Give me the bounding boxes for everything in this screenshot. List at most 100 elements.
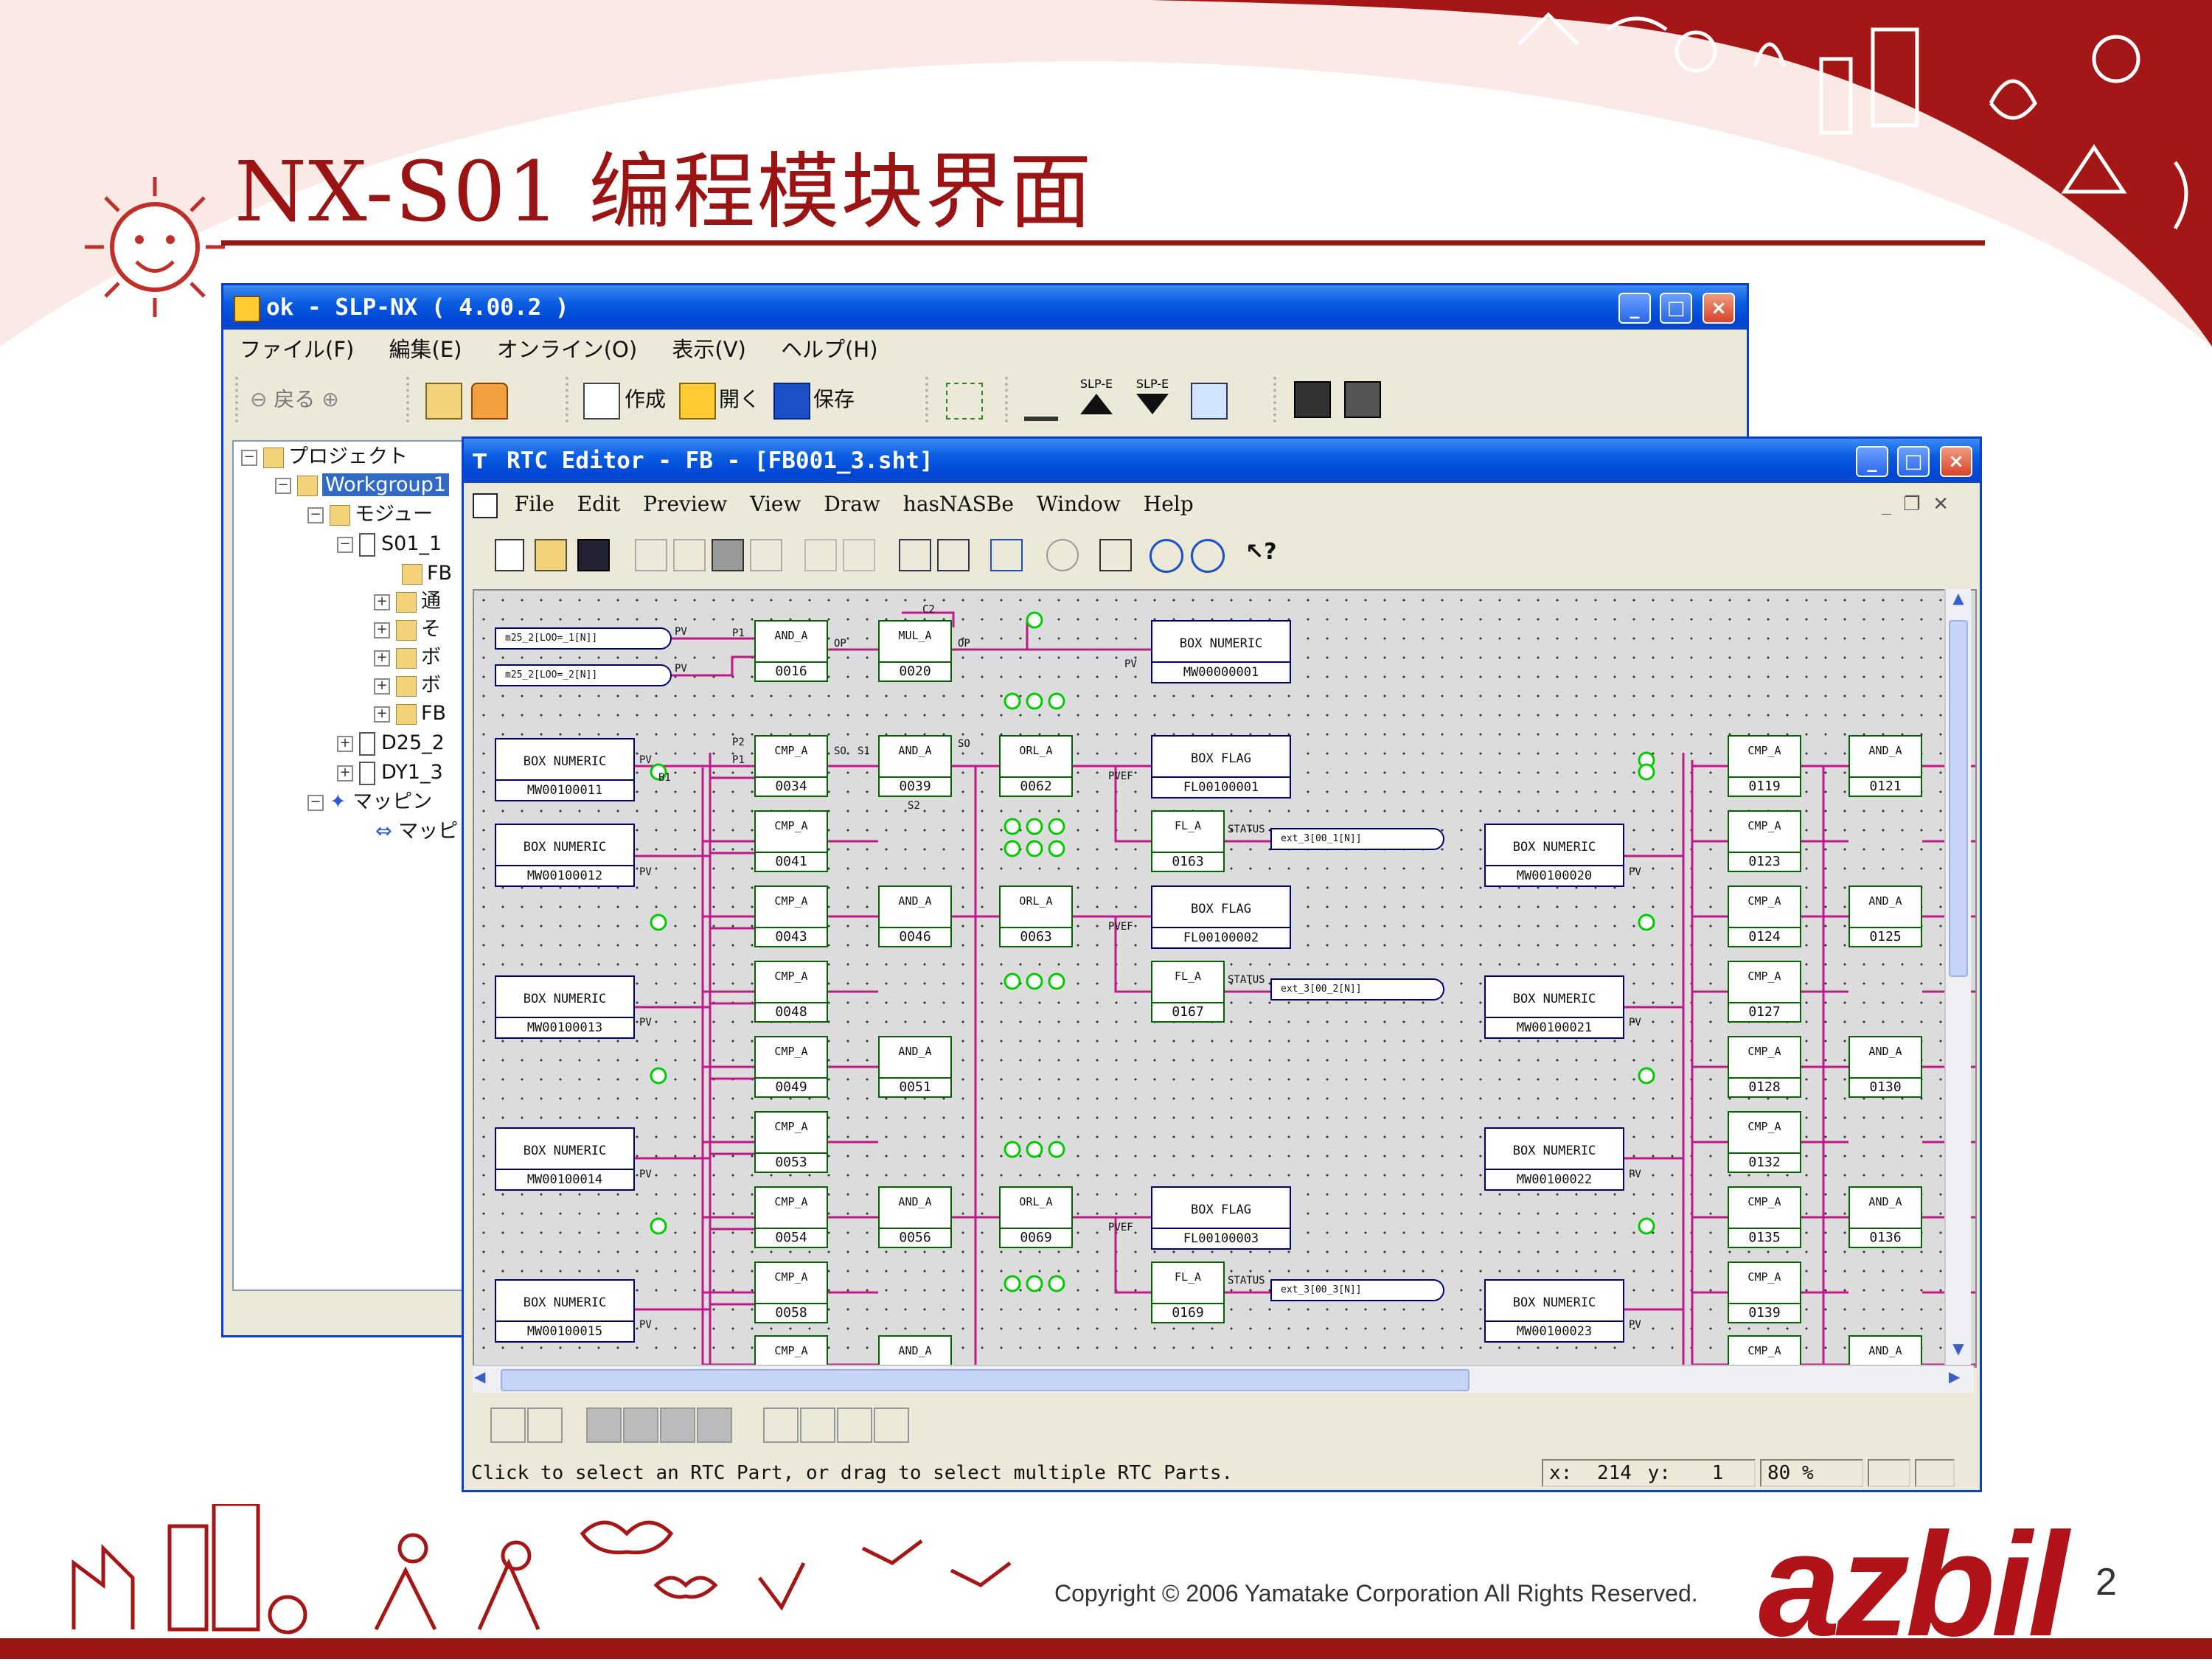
slp-title-bar[interactable]: ok - SLP-NX ( 4.00.2 ) — [223, 285, 1747, 330]
orl-block[interactable]: ORL_A 0069 — [999, 1186, 1073, 1248]
connector-node[interactable] — [1026, 818, 1043, 835]
menu-draw[interactable]: Draw — [824, 492, 880, 516]
box-numeric[interactable]: BOX NUMERIC MW00100011 — [495, 738, 635, 801]
menu-view[interactable]: 表示(V) — [672, 337, 745, 362]
tree-item-selected[interactable]: − Workgroup1 — [275, 471, 449, 499]
connector-node[interactable] — [1048, 972, 1065, 990]
menu-preview[interactable]: Preview — [643, 492, 727, 516]
menu-file[interactable]: File — [515, 492, 554, 516]
connector-node[interactable] — [1026, 1275, 1043, 1292]
print-icon[interactable] — [1099, 539, 1132, 571]
menu-window[interactable]: Window — [1037, 492, 1121, 516]
undo-icon[interactable] — [804, 539, 837, 571]
connector-node[interactable] — [650, 913, 667, 931]
and-block[interactable]: AND_A — [878, 1335, 952, 1366]
box-numeric[interactable]: BOX NUMERIC MW00100014 — [495, 1127, 635, 1191]
connector-node[interactable] — [1026, 611, 1043, 629]
flip-icon-4[interactable] — [874, 1407, 909, 1443]
maximize-button[interactable]: □ — [1897, 446, 1930, 477]
cmp-block[interactable]: CMP_A 0054 — [754, 1186, 828, 1248]
and-block[interactable]: AND_A 0130 — [1848, 1036, 1922, 1098]
tree-item[interactable]: + D25_2 — [337, 729, 445, 757]
zoom-out-icon[interactable] — [1191, 539, 1225, 573]
wizard-icon[interactable] — [946, 383, 983, 420]
input-tag[interactable]: m25_2[LOO=_1[N]] — [495, 627, 672, 650]
cmp-block[interactable]: CMP_A 0123 — [1728, 810, 1801, 872]
connector-node[interactable] — [650, 1067, 667, 1085]
network-icon[interactable] — [1024, 383, 1058, 421]
and-block[interactable]: AND_A 0125 — [1848, 885, 1922, 947]
open-icon[interactable] — [535, 539, 567, 571]
tree-item[interactable]: + FB — [374, 700, 446, 728]
connector-node[interactable] — [650, 1217, 667, 1235]
zoom-in-icon[interactable] — [1150, 539, 1183, 573]
box-numeric[interactable]: BOX NUMERIC MW00100020 — [1484, 824, 1624, 887]
copy-icon[interactable] — [673, 539, 706, 571]
cmp-block[interactable]: CMP_A 0132 — [1728, 1111, 1801, 1173]
delete-icon[interactable] — [750, 539, 782, 571]
cmp-block[interactable]: CMP_A — [754, 1335, 828, 1366]
and-block[interactable]: AND_A 0016 — [754, 620, 828, 682]
minimize-button[interactable]: _ — [1856, 446, 1888, 477]
connector-node[interactable] — [1004, 692, 1021, 710]
tool-icon-1[interactable] — [1294, 381, 1331, 418]
mdi-controls[interactable]: _ ❐ ✕ — [1882, 483, 1949, 526]
cmp-block[interactable]: CMP_A 0058 — [754, 1261, 828, 1323]
output-tag[interactable]: ext_3[00_3[N]] — [1270, 1279, 1444, 1301]
cmp-block[interactable]: CMP_A 0053 — [754, 1111, 828, 1173]
box-numeric[interactable]: BOX NUMERIC MW00100021 — [1484, 975, 1624, 1039]
cmp-block[interactable]: CMP_A 0041 — [754, 810, 828, 872]
box-flag[interactable]: BOX FLAG FL00100001 — [1151, 735, 1291, 798]
pencil-icon[interactable] — [937, 539, 970, 571]
tree-item[interactable]: − プロジェクト — [241, 443, 408, 471]
tool-icon-2[interactable] — [1344, 381, 1381, 418]
cmp-block[interactable]: CMP_A 0139 — [1728, 1261, 1801, 1323]
tree-item[interactable]: − モジュー — [307, 501, 433, 529]
minimize-button[interactable]: _ — [1618, 293, 1651, 324]
menu-online[interactable]: オンライン(O) — [497, 337, 637, 362]
cmp-block[interactable]: CMP_A 0119 — [1728, 735, 1801, 797]
align-icon-3[interactable] — [586, 1407, 622, 1443]
folder-up-icon[interactable] — [425, 383, 462, 420]
tree-item[interactable]: + DY1_3 — [337, 759, 443, 787]
box-numeric[interactable]: BOX NUMERIC MW00100022 — [1484, 1127, 1624, 1191]
chart-icon[interactable] — [990, 539, 1023, 571]
cmp-block[interactable]: CMP_A 0043 — [754, 885, 828, 947]
connector-node[interactable] — [1048, 1275, 1065, 1292]
connector-node[interactable] — [1004, 972, 1021, 990]
tree-item[interactable]: + そ — [374, 616, 441, 644]
connector-node[interactable] — [1638, 763, 1655, 781]
flip-icon-3[interactable] — [837, 1407, 872, 1443]
cmp-block[interactable]: CMP_A — [1728, 1335, 1801, 1366]
tree-item[interactable]: − S01_1 — [337, 530, 442, 558]
connector-node[interactable] — [1004, 1141, 1021, 1158]
menu-help[interactable]: ヘルプ(H) — [781, 337, 877, 362]
menu-hasnasbe[interactable]: hasNASBe — [903, 492, 1014, 516]
box-numeric[interactable]: BOX NUMERIC MW00100015 — [495, 1279, 635, 1343]
input-tag[interactable]: m25_2[LOO=_2[N]] — [495, 664, 672, 686]
and-block[interactable]: AND_A 0121 — [1848, 735, 1922, 797]
and-block[interactable]: AND_A 0046 — [878, 885, 952, 947]
scroll-up-icon[interactable]: ▲ — [1946, 589, 1971, 614]
cmp-block[interactable]: CMP_A 0128 — [1728, 1036, 1801, 1098]
and-block[interactable]: AND_A 0051 — [878, 1036, 952, 1098]
connector-node[interactable] — [1026, 840, 1043, 857]
fl-block[interactable]: FL_A 0163 — [1151, 810, 1225, 872]
connector-node[interactable] — [1638, 1217, 1655, 1235]
orl-block[interactable]: ORL_A 0063 — [999, 885, 1073, 947]
box-flag[interactable]: BOX FLAG FL00100003 — [1151, 1186, 1291, 1250]
tree-item[interactable]: + ボ — [374, 644, 441, 672]
scroll-down-icon[interactable]: ▼ — [1946, 1340, 1971, 1365]
menu-edit[interactable]: Edit — [577, 492, 621, 516]
paste-icon[interactable] — [712, 539, 744, 571]
new-icon[interactable] — [495, 539, 524, 571]
orl-block[interactable]: ORL_A 0062 — [999, 735, 1073, 797]
cmp-block[interactable]: CMP_A 0034 — [754, 735, 828, 797]
home-icon[interactable] — [471, 383, 508, 420]
menu-file[interactable]: ファイル(F) — [240, 337, 354, 362]
monitor-icon[interactable] — [1191, 383, 1228, 420]
connector-node[interactable] — [1048, 692, 1065, 710]
align-icon-6[interactable] — [697, 1407, 732, 1443]
and-block[interactable]: AND_A 0039 — [878, 735, 952, 797]
diagram-canvas[interactable]: m25_2[LOO=_1[N]] m25_2[LOO=_2[N]] AND_A 0… — [473, 589, 1977, 1368]
